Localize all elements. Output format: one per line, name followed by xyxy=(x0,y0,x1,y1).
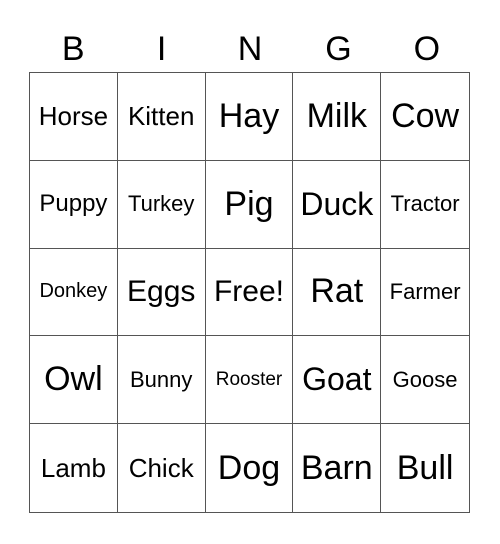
header-letter-g: G xyxy=(325,30,352,68)
bingo-header: B I N G O xyxy=(29,26,471,72)
bingo-cell[interactable]: Hay xyxy=(205,73,294,161)
bingo-cell[interactable]: Rat xyxy=(293,248,382,337)
header-letter-i: I xyxy=(156,30,167,68)
bingo-cell[interactable]: Chick xyxy=(118,424,206,512)
bingo-cell[interactable]: Bunny xyxy=(117,336,206,425)
bingo-cell[interactable]: Tractor xyxy=(381,161,469,249)
bingo-cell[interactable]: Puppy xyxy=(30,160,118,249)
bingo-cell[interactable]: Owl xyxy=(30,336,118,425)
bingo-cell[interactable]: Horse xyxy=(30,73,118,161)
header-letter-o: O xyxy=(413,30,441,68)
bingo-cell[interactable]: Milk xyxy=(293,73,382,161)
bingo-cell[interactable]: Goat xyxy=(293,336,382,425)
bingo-cell[interactable]: Farmer xyxy=(381,249,469,337)
header-letter-b: B xyxy=(61,30,85,68)
header-letter-n: N xyxy=(237,30,263,68)
bingo-cell[interactable]: Goose xyxy=(381,336,469,425)
bingo-cell[interactable]: Dog xyxy=(206,424,294,512)
bingo-cell[interactable]: Duck xyxy=(293,160,382,249)
bingo-cell[interactable]: Eggs xyxy=(117,248,206,337)
bingo-card-grid: Horse Kitten Hay Milk Cow Puppy Turkey Pig Duck T… xyxy=(29,72,470,513)
bingo-cell[interactable]: Rooster xyxy=(205,336,294,425)
bingo-cell[interactable]: Donkey xyxy=(30,248,118,337)
bingo-cell[interactable]: Bull xyxy=(381,424,469,512)
bingo-cell[interactable]: Lamb xyxy=(30,424,118,512)
bingo-cell[interactable]: Kitten xyxy=(117,73,206,161)
bingo-cell-free[interactable]: Free! xyxy=(205,248,294,337)
bingo-cell[interactable]: Pig xyxy=(205,160,294,249)
bingo-cell[interactable]: Barn xyxy=(293,424,382,512)
bingo-cell[interactable]: Turkey xyxy=(117,160,206,249)
bingo-cell[interactable]: Cow xyxy=(381,73,469,161)
